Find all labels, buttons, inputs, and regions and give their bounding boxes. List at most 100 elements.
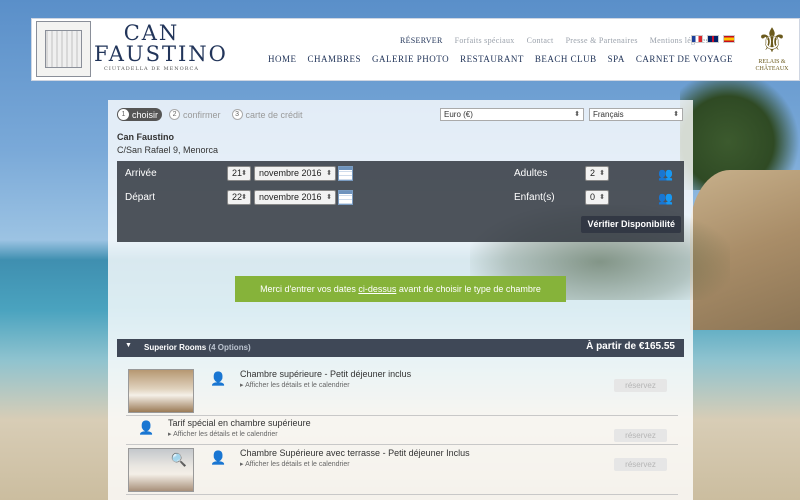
top-links: RÉSERVER Forfaits spéciaux Contact Press… (400, 36, 709, 45)
notice-text-before: Merci d'entrer vos dates (260, 284, 359, 294)
currency-value: Euro (€) (444, 110, 473, 119)
logo-name-line1: CAN (123, 21, 180, 45)
site-header: CAN FAUSTINO CIUTADELLA DE MENORCA RÉSER… (31, 18, 800, 81)
nav-galerie[interactable]: GALERIE PHOTO (372, 54, 449, 64)
arrival-label: Arrivée (125, 168, 157, 179)
arrival-day-select[interactable]: 21 ⬍ (227, 166, 251, 181)
main-nav: HOME CHAMBRES GALERIE PHOTO RESTAURANT B… (268, 54, 733, 64)
select-arrows-icon: ⬍ (599, 194, 605, 201)
room-thumbnail[interactable]: 🔍 (128, 448, 194, 492)
step-number: 2 (169, 109, 181, 120)
language-value: Français (593, 110, 624, 119)
room-category-title: Superior Rooms (4 Options) (144, 343, 251, 352)
magnifier-icon[interactable]: 🔍 (171, 452, 187, 468)
guests-icon: 👤 (138, 420, 155, 435)
link-presse[interactable]: Presse & Partenaires (566, 36, 638, 45)
room-name[interactable]: Chambre supérieure - Petit déjeuner incl… (240, 369, 411, 379)
flag-es-icon[interactable] (723, 35, 735, 43)
select-arrows-icon: ⬍ (326, 170, 332, 177)
link-forfaits[interactable]: Forfaits spéciaux (455, 36, 515, 45)
language-flags (691, 35, 735, 43)
reserve-button[interactable]: réservez (614, 429, 667, 442)
select-arrows-icon: ⬍ (673, 111, 679, 118)
logo-crest[interactable] (36, 21, 91, 77)
collapse-caret-icon[interactable]: ▼ (125, 342, 132, 349)
guests-icon: 👤 (210, 371, 227, 386)
select-arrows-icon: ⬍ (599, 170, 605, 177)
reserve-button[interactable]: réservez (614, 458, 667, 471)
adults-value: 2 (590, 168, 596, 178)
room-category-options: (4 Options) (208, 343, 251, 352)
relais-line1: RELAIS & (758, 59, 786, 65)
room-name[interactable]: Tarif spécial en chambre supérieure (168, 418, 311, 428)
step-confirmer[interactable]: 2 confirmer (168, 108, 225, 121)
logo-name[interactable]: CAN FAUSTINO (94, 21, 228, 66)
relais-chateaux-logo[interactable]: ⚜ RELAIS & CHÂTEAUX (749, 23, 795, 77)
step-carte[interactable]: 3 carte de crédit (231, 108, 307, 121)
nav-carnet[interactable]: CARNET DE VOYAGE (636, 54, 733, 64)
room-details-link[interactable]: ▸ Afficher les détails et le calendrier (240, 460, 350, 468)
booking-steps: 1 choisir 2 confirmer 3 carte de crédit (117, 108, 307, 121)
departure-label: Départ (125, 192, 156, 203)
room-details-link[interactable]: ▸ Afficher les détails et le calendrier (240, 381, 350, 389)
nav-chambres[interactable]: CHAMBRES (307, 54, 361, 64)
step-label: carte de crédit (245, 109, 303, 120)
room-category-header[interactable]: ▼ Superior Rooms (4 Options) À partir de… (117, 339, 684, 357)
notice-link[interactable]: ci-dessus (358, 284, 396, 294)
flag-fr-icon[interactable] (691, 35, 703, 43)
step-label: choisir (132, 109, 159, 120)
date-selection-box: Arrivée 21 ⬍ novembre 2016 ⬍ Départ 22 ⬍… (117, 161, 684, 242)
adults-select[interactable]: 2 ⬍ (585, 166, 609, 181)
room-row: 🔍 👤 Chambre Supérieure avec terrasse - P… (126, 446, 678, 495)
room-thumbnail[interactable] (128, 369, 194, 413)
link-reserver[interactable]: RÉSERVER (400, 36, 443, 45)
room-name[interactable]: Chambre Supérieure avec terrasse - Petit… (240, 448, 470, 458)
flag-uk-icon[interactable] (707, 35, 719, 43)
guests-icon: 👤 (210, 450, 227, 465)
departure-month-value: novembre 2016 (259, 192, 322, 202)
fleur-de-lis-icon: ⚜ (756, 21, 788, 61)
logo-name-line2: FAUSTINO (94, 42, 228, 66)
nav-home[interactable]: HOME (268, 54, 297, 64)
arrival-month-select[interactable]: novembre 2016 ⬍ (254, 166, 336, 181)
room-details-text: Afficher les détails et le calendrier (245, 461, 350, 468)
step-label: confirmer (183, 109, 221, 120)
link-contact[interactable]: Contact (527, 36, 554, 45)
currency-select[interactable]: Euro (€) ⬍ (440, 108, 584, 121)
children-person-icon: 👥 (658, 191, 673, 205)
relais-line2: CHÂTEAUX (755, 66, 789, 72)
select-arrows-icon: ⬍ (241, 170, 247, 177)
room-details-text: Afficher les détails et le calendrier (245, 382, 350, 389)
logo-subtitle: CIUTADELLA DE MENORCA (104, 66, 199, 72)
nav-spa[interactable]: SPA (608, 54, 625, 64)
reserve-button[interactable]: réservez (614, 379, 667, 392)
departure-calendar-icon[interactable] (338, 190, 353, 205)
booking-panel: 1 choisir 2 confirmer 3 carte de crédit … (108, 100, 730, 500)
step-choisir[interactable]: 1 choisir (117, 108, 163, 121)
room-row: 👤 Tarif spécial en chambre supérieure ▸ … (126, 416, 678, 445)
verify-availability-button[interactable]: Vérifier Disponibilité (581, 216, 681, 233)
arrival-month-value: novembre 2016 (259, 168, 322, 178)
children-label: Enfant(s) (514, 192, 555, 203)
dates-notice: Merci d'entrer vos dates ci-dessus avant… (235, 276, 566, 302)
departure-month-select[interactable]: novembre 2016 ⬍ (254, 190, 336, 205)
departure-day-select[interactable]: 22 ⬍ (227, 190, 251, 205)
step-number: 3 (231, 109, 243, 120)
room-row: 👤 Chambre supérieure - Petit déjeuner in… (126, 367, 678, 416)
room-details-link[interactable]: ▸ Afficher les détails et le calendrier (168, 430, 278, 438)
select-arrows-icon: ⬍ (326, 194, 332, 201)
children-value: 0 (590, 192, 596, 202)
hotel-address: C/San Rafael 9, Menorca (117, 145, 219, 155)
crest-emblem (45, 30, 82, 68)
children-select[interactable]: 0 ⬍ (585, 190, 609, 205)
arrival-calendar-icon[interactable] (338, 166, 353, 181)
room-details-text: Afficher les détails et le calendrier (173, 431, 278, 438)
nav-restaurant[interactable]: RESTAURANT (460, 54, 524, 64)
step-number: 1 (118, 109, 129, 120)
nav-beach-club[interactable]: BEACH CLUB (535, 54, 597, 64)
hotel-name: Can Faustino (117, 132, 175, 142)
select-arrows-icon: ⬍ (241, 194, 247, 201)
adults-label: Adultes (514, 168, 548, 179)
adults-person-icon: 👥 (658, 167, 673, 181)
language-select[interactable]: Français ⬍ (589, 108, 683, 121)
